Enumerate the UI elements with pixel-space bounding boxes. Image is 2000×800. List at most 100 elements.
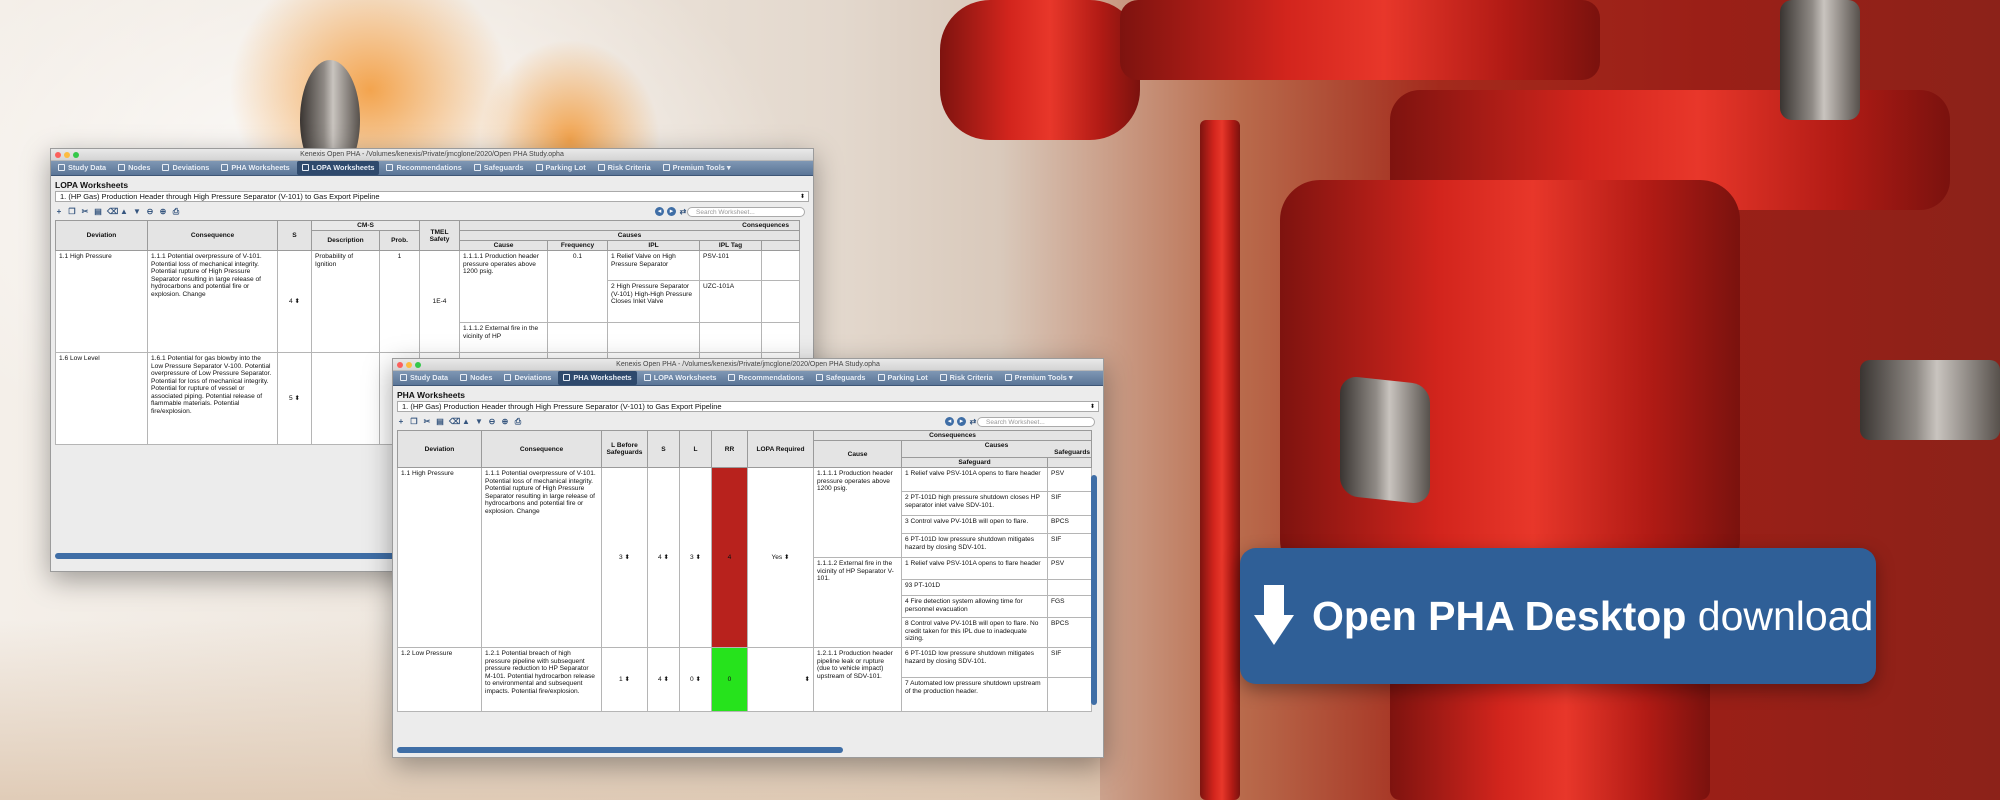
next-result-icon[interactable]: ▸ (957, 417, 966, 426)
tab-safeguards[interactable]: Safeguards (469, 161, 529, 175)
move-up-icon[interactable]: ▲ (120, 208, 128, 216)
safeguard-cell[interactable]: 93 PT-101D (901, 579, 1048, 596)
col-deviation[interactable]: Deviation (397, 430, 482, 468)
minimize-button[interactable] (64, 152, 70, 158)
lopa-node-select[interactable]: 1. (HP Gas) Production Header through Hi… (55, 191, 809, 202)
tab-premium-tools[interactable]: Premium Tools ▾ (658, 161, 736, 175)
zoom-out-icon[interactable]: ⊖ (488, 418, 496, 426)
col-tmel[interactable]: TMEL Safety (419, 220, 461, 251)
severity-cell[interactable]: 4 ⬍ (647, 467, 680, 648)
pha-horizontal-scrollbar[interactable] (397, 747, 843, 753)
col-cause[interactable]: Cause (813, 440, 902, 468)
minimize-button[interactable] (406, 362, 412, 368)
tab-study-data[interactable]: Study Data (53, 161, 111, 175)
tab-deviations[interactable]: Deviations (499, 371, 556, 385)
cause-cell[interactable]: 1.1.1.1 Production header pressure opera… (813, 467, 902, 558)
lopa-required-cell[interactable]: Yes ⬍ (747, 467, 814, 648)
table-row[interactable]: 1.1 High Pressure 1.1.1 Potential overpr… (55, 250, 801, 353)
deviation-cell[interactable]: 1.1 High Pressure (55, 250, 148, 353)
safeguard-cell[interactable]: 6 PT-101D low pressure shutdown mitigate… (901, 533, 1048, 558)
zoom-button[interactable] (73, 152, 79, 158)
download-button[interactable]: Open PHA Desktop download (1240, 548, 1876, 684)
prob-cell[interactable]: 1 (378, 250, 421, 353)
move-up-icon[interactable]: ▲ (462, 418, 470, 426)
tab-parking-lot[interactable]: Parking Lot (531, 161, 591, 175)
ipl-cell[interactable]: 1 Relief Valve on High Pressure Separato… (607, 250, 701, 281)
prev-result-icon[interactable]: ◂ (945, 417, 954, 426)
col-ipl[interactable]: IPL (607, 240, 701, 251)
swap-icon[interactable]: ⇄ (679, 208, 687, 216)
col-rr[interactable]: RR (711, 430, 748, 468)
add-row-icon[interactable]: + (55, 208, 63, 216)
cut-icon[interactable]: ✂ (81, 208, 89, 216)
tab-nodes[interactable]: Nodes (113, 161, 155, 175)
lopa-search-input[interactable]: Search Worksheet... (687, 207, 805, 217)
cut-icon[interactable]: ✂ (423, 418, 431, 426)
move-down-icon[interactable]: ▼ (475, 418, 483, 426)
safeguard-type-cell[interactable] (1046, 579, 1093, 596)
safeguard-cell[interactable]: 3 Control valve PV-101B will open to fla… (901, 515, 1048, 534)
cause-cell[interactable]: 1.2.1.1 Production header pipeline leak … (813, 647, 902, 712)
safeguard-cell[interactable]: 4 Fire detection system allowing time fo… (901, 595, 1048, 618)
l-before-cell[interactable]: 3 ⬍ (601, 467, 648, 648)
deviation-cell[interactable]: 1.2 Low Pressure (397, 647, 482, 712)
ipl-cell[interactable]: 2 High Pressure Separator (V-101) High-H… (607, 280, 701, 323)
tab-risk-criteria[interactable]: Risk Criteria (593, 161, 656, 175)
col-consequence[interactable]: Consequence (147, 220, 278, 251)
lopa-required-cell[interactable]: ⬍ (747, 647, 814, 712)
delete-icon[interactable]: ⌫ (107, 208, 118, 216)
safeguard-cell[interactable]: 7 Automated low pressure shutdown upstre… (901, 677, 1048, 712)
close-button[interactable] (397, 362, 403, 368)
tab-pha-worksheets[interactable]: PHA Worksheets (216, 161, 294, 175)
tab-lopa-worksheets[interactable]: LOPA Worksheets (639, 371, 722, 385)
safeguard-type-cell[interactable]: PSV (1046, 467, 1093, 492)
safeguard-cell[interactable]: 8 Control valve PV-101B will open to fla… (901, 617, 1048, 648)
tab-recommendations[interactable]: Recommendations (723, 371, 808, 385)
move-down-icon[interactable]: ▼ (133, 208, 141, 216)
print-icon[interactable]: ⎙ (514, 418, 522, 426)
cause-cell[interactable]: 1.1.1.1 Production header pressure opera… (459, 250, 549, 323)
tab-parking-lot[interactable]: Parking Lot (873, 371, 933, 385)
cause-cell[interactable]: 1.1.1.2 External fire in the vicinity of… (459, 322, 549, 353)
tab-pha-worksheets[interactable]: PHA Worksheets (558, 371, 637, 385)
safeguard-cell[interactable]: 1 Relief valve PSV-101A opens to flare h… (901, 467, 1048, 492)
ipl-tag-cell[interactable]: PSV-101 (699, 250, 763, 281)
deviation-cell[interactable]: 1.1 High Pressure (397, 467, 482, 648)
swap-icon[interactable]: ⇄ (969, 418, 977, 426)
safeguard-type-cell[interactable]: PSV (1046, 557, 1093, 580)
zoom-button[interactable] (415, 362, 421, 368)
tab-safeguards[interactable]: Safeguards (811, 371, 871, 385)
print-icon[interactable]: ⎙ (172, 208, 180, 216)
tab-study-data[interactable]: Study Data (395, 371, 453, 385)
tab-recommendations[interactable]: Recommendations (381, 161, 466, 175)
safeguard-cell[interactable]: 2 PT-101D high pressure shutdown closes … (901, 491, 1048, 516)
paste-icon[interactable]: ▤ (94, 208, 102, 216)
severity-cell[interactable]: 4 ⬍ (647, 647, 680, 712)
frequency-cell[interactable]: 0.1 (547, 250, 609, 323)
col-prob[interactable]: Prob. (378, 230, 421, 251)
safeguard-type-cell[interactable]: SIF (1046, 533, 1093, 558)
cause-cell[interactable]: 1.1.1.2 External fire in the vicinity of… (813, 557, 902, 648)
safeguard-cell[interactable]: 1 Relief valve PSV-101A opens to flare h… (901, 557, 1048, 580)
tab-lopa-worksheets[interactable]: LOPA Worksheets (296, 161, 380, 175)
col-deviation[interactable]: Deviation (55, 220, 148, 251)
zoom-in-icon[interactable]: ⊕ (159, 208, 167, 216)
pha-search-input[interactable]: Search Worksheet... (977, 417, 1095, 427)
severity-cell[interactable]: 5 ⬍ (277, 352, 312, 445)
delete-icon[interactable]: ⌫ (449, 418, 460, 426)
prev-result-icon[interactable]: ◂ (655, 207, 664, 216)
consequence-cell[interactable]: 1.2.1 Potential breach of high pressure … (481, 647, 602, 712)
col-s[interactable]: S (277, 220, 312, 251)
col-safeguard[interactable]: Safeguard (901, 457, 1048, 468)
paste-icon[interactable]: ▤ (436, 418, 444, 426)
consequence-cell[interactable]: 1.1.1 Potential overpressure of V-101. P… (147, 250, 278, 353)
deviation-cell[interactable]: 1.6 Low Level (55, 352, 148, 445)
col-ipl-tag[interactable]: IPL Tag (699, 240, 763, 251)
likelihood-cell[interactable]: 3 ⬍ (679, 467, 712, 648)
pha-vertical-scrollbar[interactable] (1091, 475, 1097, 705)
table-row[interactable]: 1.1 High Pressure 1.1.1 Potential overpr… (397, 467, 1093, 648)
next-result-icon[interactable]: ▸ (667, 207, 676, 216)
zoom-in-icon[interactable]: ⊕ (501, 418, 509, 426)
col-frequency[interactable]: Frequency (547, 240, 609, 251)
consequence-cell[interactable]: 1.1.1 Potential overpressure of V-101. P… (481, 467, 602, 648)
